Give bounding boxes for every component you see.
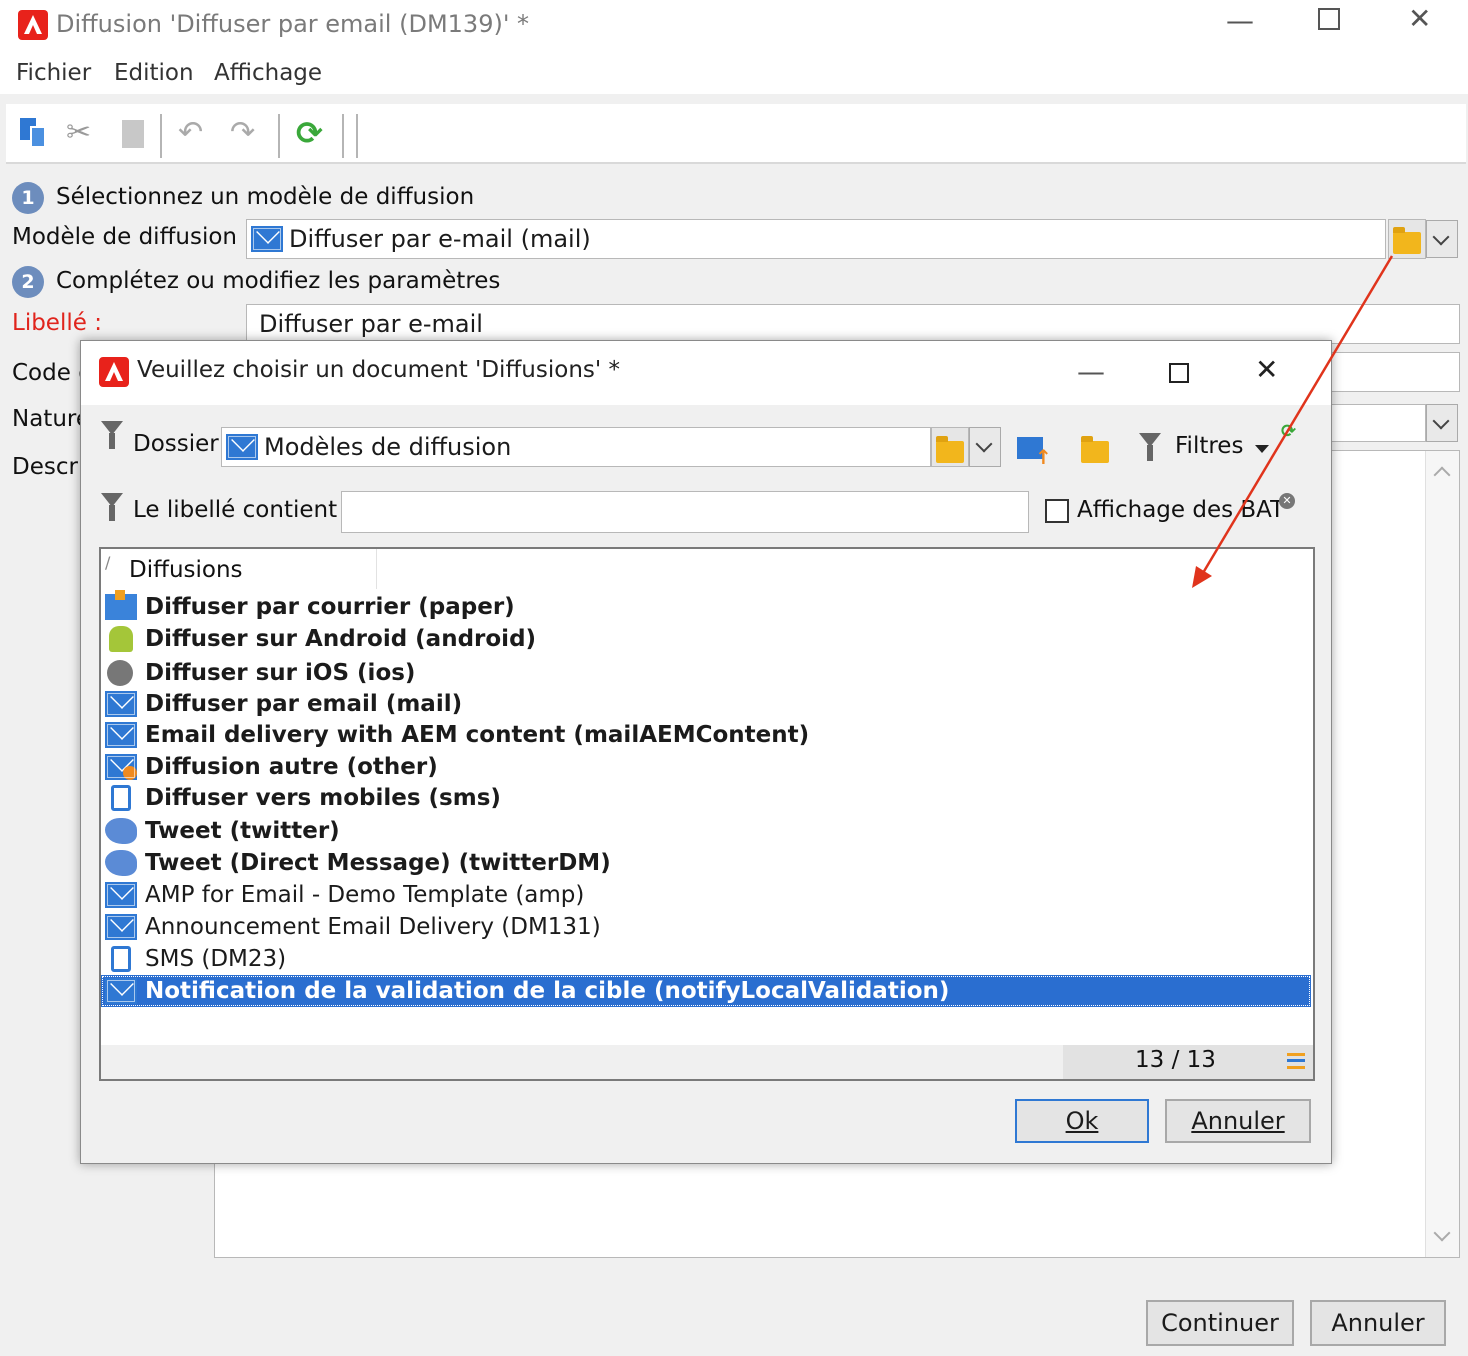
- annotation-arrow: [1192, 255, 1394, 588]
